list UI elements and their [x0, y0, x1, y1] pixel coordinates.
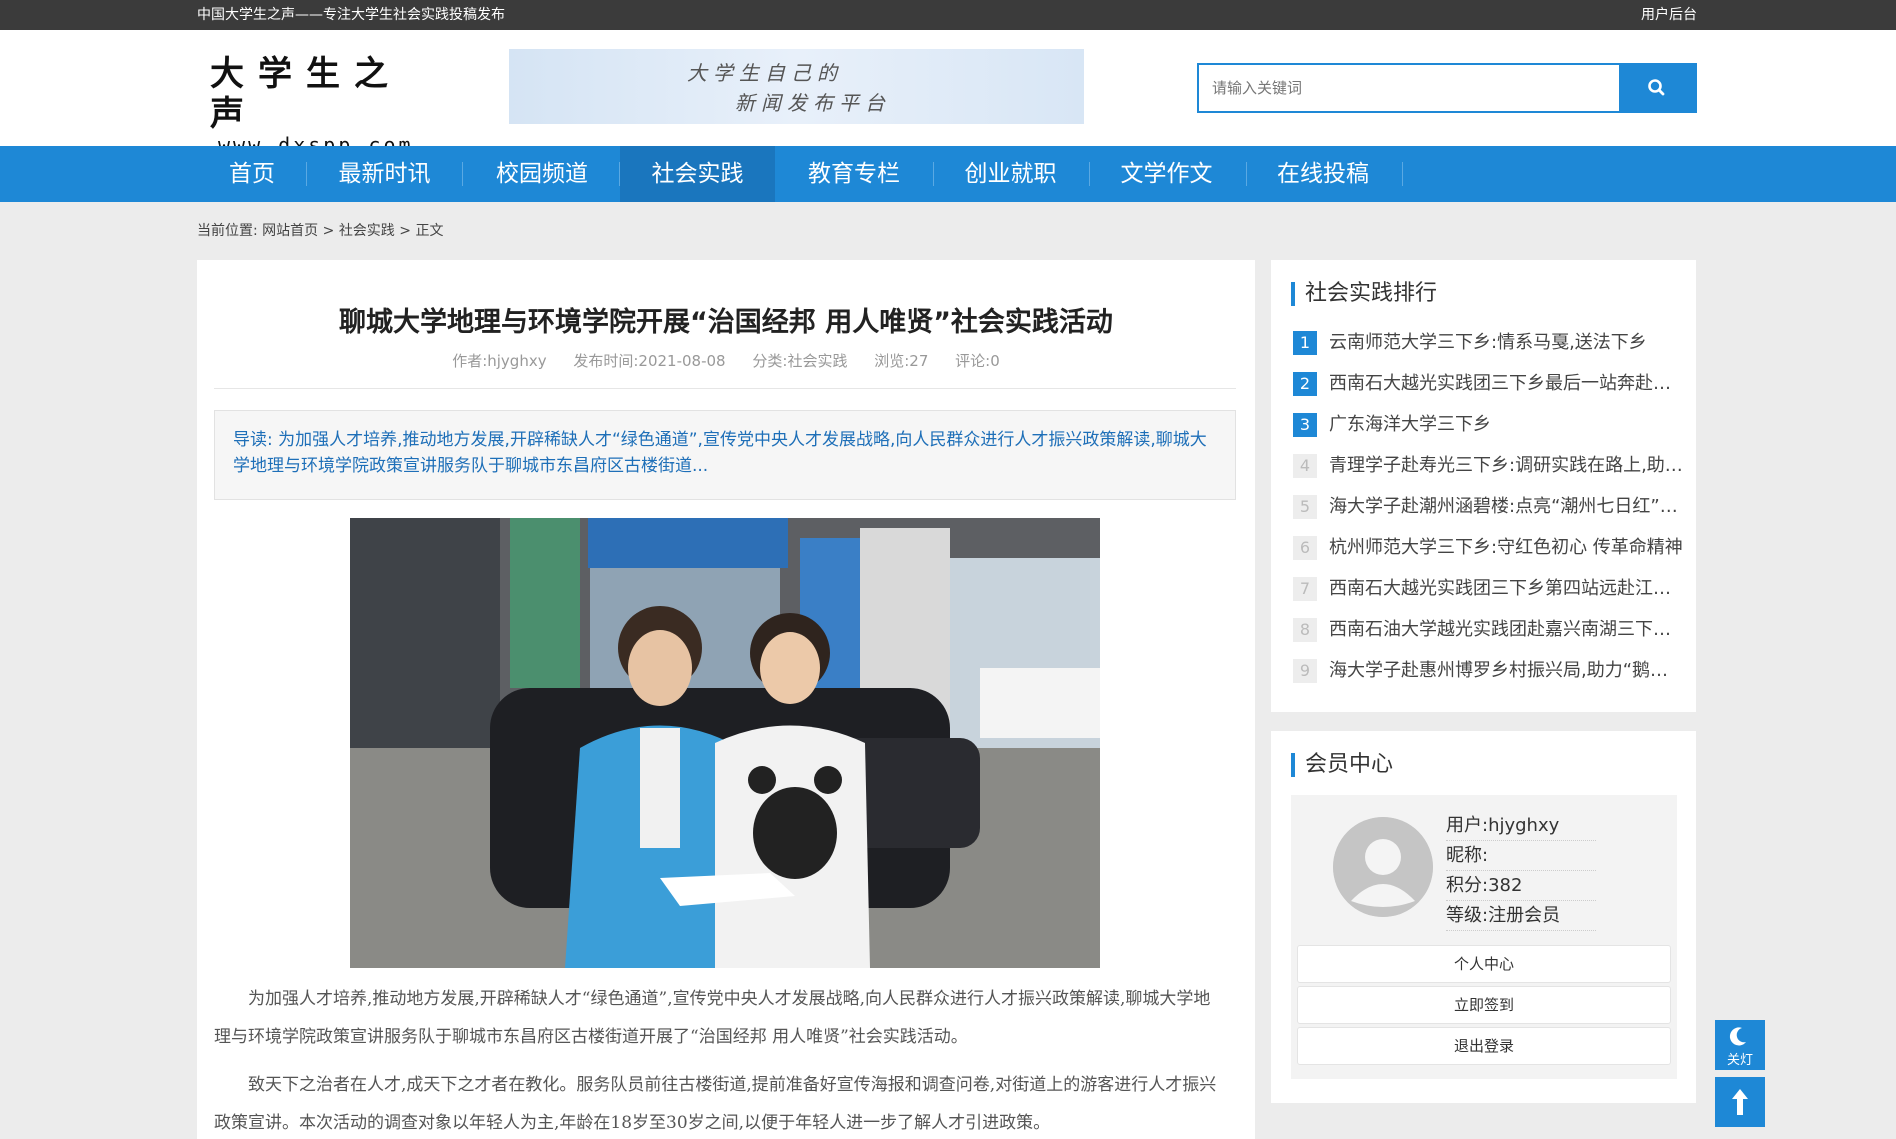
breadcrumb-current: 正文 [415, 223, 444, 239]
main-nav: 首页 最新时讯 校园频道 社会实践 教育专栏 创业就职 文学作文 在线投稿 [0, 146, 1896, 202]
banner-line-2: 新闻发布平台 [735, 91, 891, 115]
rank-link[interactable]: 杭州师范大学三下乡:守红色初心 传革命精神 [1329, 535, 1683, 561]
breadcrumb-prefix: 当前位置: [197, 223, 258, 239]
rank-item[interactable]: 1 云南师范大学三下乡:情系马戛,送法下乡 [1293, 330, 1683, 356]
site-logo[interactable]: 大学生之声 www.dxspp.com [210, 54, 440, 156]
ranking-title: 社会实践排行 [1291, 282, 1437, 306]
nav-item-campus[interactable]: 校园频道 [468, 146, 616, 202]
ranking-panel: 社会实践排行 1 云南师范大学三下乡:情系马戛,送法下乡 2 西南石大越光实践团… [1271, 260, 1696, 712]
meta-views: 浏览:27 [874, 352, 929, 370]
rank-item[interactable]: 8 西南石油大学越光实践团赴嘉兴南湖三下乡实践活动 [1293, 617, 1683, 643]
nav-divider [462, 162, 463, 186]
rank-number: 4 [1293, 454, 1317, 478]
nav-divider [1402, 162, 1403, 186]
rank-link[interactable]: 西南石油大学越光实践团赴嘉兴南湖三下乡实践活动 [1329, 617, 1683, 643]
rank-number: 9 [1293, 659, 1317, 683]
breadcrumb-separator: > [322, 223, 335, 239]
breadcrumb: 当前位置: 网站首页 > 社会实践 > 正文 [197, 220, 443, 240]
nav-item-career[interactable]: 创业就职 [934, 146, 1087, 202]
member-title: 会员中心 [1291, 753, 1393, 777]
rank-item[interactable]: 7 西南石大越光实践团三下乡第四站远赴江西瑞金 [1293, 576, 1683, 602]
rank-item[interactable]: 5 海大学子赴潮州涵碧楼:点亮“潮州七日红”红色记忆 [1293, 494, 1683, 520]
nav-item-education[interactable]: 教育专栏 [777, 146, 931, 202]
rank-link[interactable]: 海大学子赴惠州博罗乡村振兴局,助力“鹅城”发展 [1329, 658, 1683, 684]
meta-category: 分类:社会实践 [752, 352, 848, 370]
rank-item[interactable]: 2 西南石大越光实践团三下乡最后一站奔赴凉山彝族自治州 [1293, 371, 1683, 397]
meta-comments: 评论:0 [955, 352, 1000, 370]
search-button[interactable] [1619, 65, 1695, 111]
lights-off-label: 关灯 [1726, 1053, 1753, 1068]
article-lead: 导读: 为加强人才培养,推动地方发展,开辟稀缺人才“绿色通道”,宣传党中央人才发… [214, 410, 1236, 500]
rank-item[interactable]: 4 青理学子赴寿光三下乡:调研实践在路上,助力乡村振兴 [1293, 453, 1683, 479]
rank-link[interactable]: 广东海洋大学三下乡 [1329, 412, 1683, 438]
rank-number: 1 [1293, 331, 1317, 355]
avatar [1333, 817, 1433, 917]
article-paragraph: 为加强人才培养,推动地方发展,开辟稀缺人才“绿色通道”,宣传党中央人才发展战略,… [214, 989, 1211, 1047]
banner-line-1: 大学生自己的 [687, 61, 843, 85]
rank-number: 5 [1293, 495, 1317, 519]
volunteers-photo [350, 518, 1100, 968]
rank-item[interactable]: 6 杭州师范大学三下乡:守红色初心 传革命精神 [1293, 535, 1683, 561]
rank-link[interactable]: 西南石大越光实践团三下乡最后一站奔赴凉山彝族自治州 [1329, 371, 1683, 397]
search-input[interactable] [1199, 65, 1619, 111]
article-title: 聊城大学地理与环境学院开展“治国经邦 用人唯贤”社会实践活动 [339, 307, 1113, 338]
nav-item-social-practice[interactable]: 社会实践 [620, 146, 775, 202]
nav-item-home[interactable]: 首页 [205, 146, 299, 202]
rank-link[interactable]: 云南师范大学三下乡:情系马戛,送法下乡 [1329, 330, 1683, 356]
rank-number: 8 [1293, 618, 1317, 642]
member-username: 用户:hjyghxy [1446, 811, 1596, 841]
rank-number: 2 [1293, 372, 1317, 396]
rank-item[interactable]: 3 广东海洋大学三下乡 [1293, 412, 1683, 438]
meta-author: 作者:hjyghxy [452, 352, 547, 370]
logo-text: 大学生之声 [210, 54, 402, 134]
top-bar: 中国大学生之声——专注大学生社会实践投稿发布 用户后台 [0, 0, 1896, 30]
rank-number: 3 [1293, 413, 1317, 437]
member-points: 积分:382 [1446, 871, 1596, 901]
nav-divider [306, 162, 307, 186]
back-to-top-button[interactable] [1715, 1077, 1765, 1127]
lead-text: 为加强人才培养,推动地方发展,开辟稀缺人才“绿色通道”,宣传党中央人才发展战略,… [233, 430, 1207, 476]
member-nickname: 昵称: [1446, 841, 1596, 871]
article-meta: 作者:hjyghxy 发布时间:2021-08-08 分类:社会实践 浏览:27… [197, 350, 1255, 371]
site-header: 大学生之声 www.dxspp.com 大学生自己的 新闻发布平台 [0, 30, 1896, 156]
nav-item-submit[interactable]: 在线投稿 [1246, 146, 1400, 202]
member-box: 用户:hjyghxy 昵称: 积分:382 等级:注册会员 个人中心 立即签到 … [1291, 795, 1677, 1079]
article-photo [350, 518, 1100, 968]
rank-number: 6 [1293, 536, 1317, 560]
user-avatar-icon [1333, 817, 1433, 917]
breadcrumb-home[interactable]: 网站首页 [262, 223, 318, 239]
site-slogan: 中国大学生之声——专注大学生社会实践投稿发布 [197, 7, 505, 23]
lights-off-button[interactable]: 关灯 [1715, 1020, 1765, 1070]
personal-center-button[interactable]: 个人中心 [1297, 945, 1671, 983]
member-panel: 会员中心 用户:hjyghxy 昵称: 积分:382 等级:注册会员 个人中心 … [1271, 731, 1696, 1103]
logout-button[interactable]: 退出登录 [1297, 1027, 1671, 1065]
user-admin-link[interactable]: 用户后台 [1641, 4, 1697, 24]
rank-link[interactable]: 海大学子赴潮州涵碧楼:点亮“潮州七日红”红色记忆 [1329, 494, 1683, 520]
rank-link[interactable]: 青理学子赴寿光三下乡:调研实践在路上,助力乡村振兴 [1329, 453, 1683, 479]
title-divider [214, 388, 1236, 389]
nav-item-latest-news[interactable]: 最新时讯 [313, 146, 456, 202]
nav-item-literature[interactable]: 文学作文 [1089, 146, 1244, 202]
search-box [1197, 63, 1697, 113]
rank-number: 7 [1293, 577, 1317, 601]
lead-label: 导读: [233, 430, 273, 450]
article-paragraph: 致天下之治者在人才,成天下之才者在教化。服务队员前往古楼街道,提前准备好宣传海报… [214, 1075, 1217, 1133]
article-panel: 聊城大学地理与环境学院开展“治国经邦 用人唯贤”社会实践活动 作者:hjyghx… [197, 260, 1255, 1139]
search-icon [1648, 79, 1665, 96]
rank-link[interactable]: 西南石大越光实践团三下乡第四站远赴江西瑞金 [1329, 576, 1683, 602]
arrow-up-icon [1732, 1089, 1748, 1115]
check-in-button[interactable]: 立即签到 [1297, 986, 1671, 1024]
meta-date: 发布时间:2021-08-08 [573, 352, 726, 370]
rank-item[interactable]: 9 海大学子赴惠州博罗乡村振兴局,助力“鹅城”发展 [1293, 658, 1683, 684]
breadcrumb-separator: > [399, 223, 411, 239]
breadcrumb-category[interactable]: 社会实践 [339, 223, 395, 239]
header-banner: 大学生自己的 新闻发布平台 [509, 49, 1084, 124]
moon-icon [1729, 1027, 1746, 1046]
member-level: 等级:注册会员 [1446, 901, 1596, 931]
